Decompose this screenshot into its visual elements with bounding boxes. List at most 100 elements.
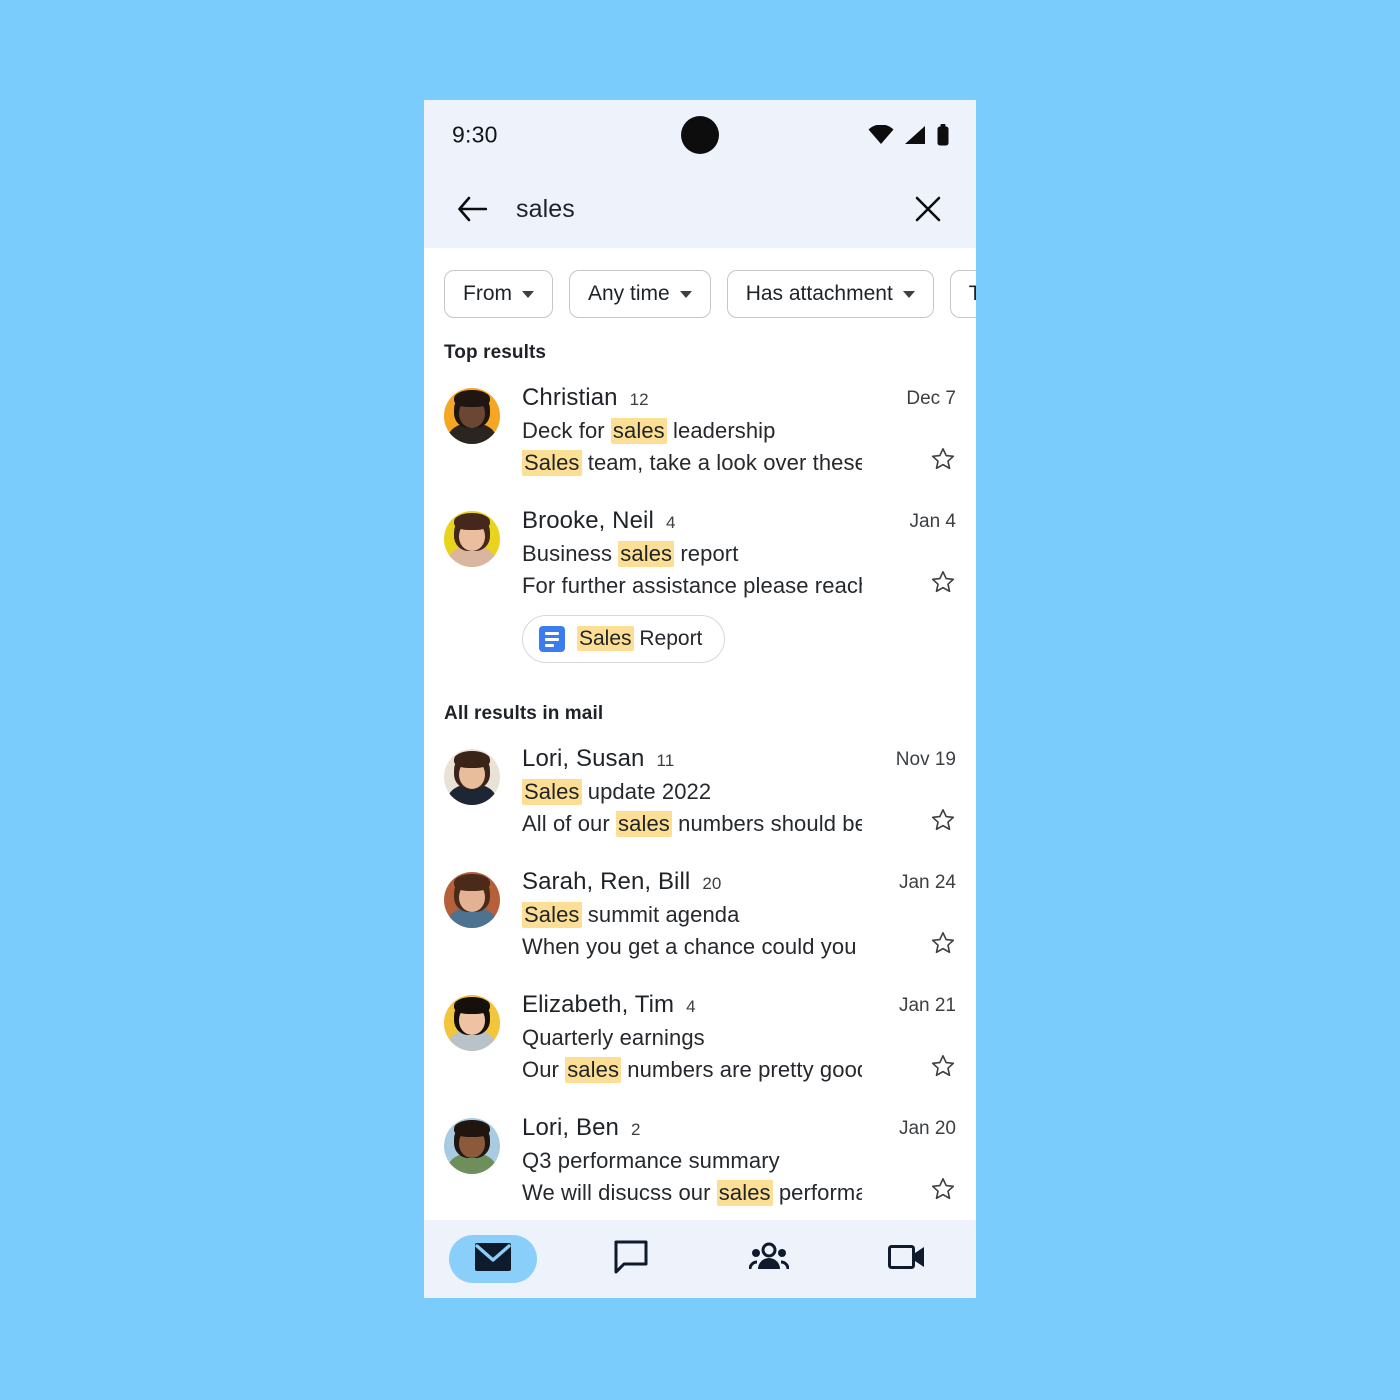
email-snippet: For further assistance please reach... (522, 573, 862, 598)
filter-chip-label: To (968, 282, 976, 305)
attachment-name: Sales Report (577, 626, 703, 651)
message-count: 4 (665, 513, 676, 532)
email-subject: Sales summit agenda (522, 902, 740, 928)
star-outline-icon (931, 448, 955, 470)
email-date: Dec 7 (906, 388, 956, 409)
all-results-list: Lori, Susan 11 Sales update 2022 All of our… (424, 729, 976, 1236)
search-term-highlight: Sales (522, 902, 582, 928)
star-button[interactable] (930, 930, 956, 961)
email-date: Jan 20 (898, 1118, 956, 1139)
search-bar[interactable]: sales (424, 170, 976, 248)
table-row[interactable]: Brooke, Neil 4 Business sales report For fu… (424, 491, 976, 677)
status-bar: 9:30 (424, 100, 976, 170)
chevron-down-icon (522, 290, 534, 298)
avatar (444, 511, 500, 567)
search-term-highlight: sales (616, 811, 672, 837)
star-button[interactable] (930, 1053, 956, 1084)
table-row[interactable]: Sarah, Ren, Bill 20 Sales summit agenda Whe… (424, 852, 976, 975)
sender-names: Brooke, Neil (522, 507, 654, 534)
nav-item-mail[interactable] (424, 1220, 562, 1298)
signal-icon (905, 126, 925, 144)
email-subject: Sales update 2022 (522, 779, 712, 805)
search-term-highlight: sales (618, 541, 675, 567)
star-button[interactable] (930, 569, 956, 600)
avatar (444, 749, 500, 805)
avatar (444, 388, 500, 444)
nav-item-chat-bubble[interactable] (562, 1220, 700, 1298)
close-icon (915, 196, 941, 222)
table-row[interactable]: Christian 12 Deck for sales leadership Sale… (424, 368, 976, 491)
nav-item-spaces-people[interactable] (700, 1220, 838, 1298)
filter-chip-has-attachment[interactable]: Has attachment (726, 270, 934, 318)
email-snippet: We will disucss our sales performanc... (522, 1180, 862, 1206)
nav-item-meet-video[interactable] (838, 1220, 976, 1298)
star-button[interactable] (930, 807, 956, 838)
table-row[interactable]: Elizabeth, Tim 4 Quarterly earnings Our sal… (424, 975, 976, 1098)
search-term-highlight: sales (716, 1180, 773, 1206)
filter-chip-row[interactable]: From Any time Has attachment To (424, 248, 976, 336)
star-outline-icon (931, 1178, 955, 1200)
section-header-top-results: Top results (444, 342, 547, 363)
search-input[interactable]: sales (516, 195, 906, 224)
star-outline-icon (931, 932, 955, 954)
email-date: Jan 21 (898, 995, 956, 1016)
phone-screen: 9:30 sales From Any time Has attachment … (424, 100, 976, 1298)
message-count: 4 (686, 997, 696, 1016)
email-subject: Business sales report (522, 541, 739, 567)
search-term-highlight: sales (565, 1057, 622, 1083)
search-term-highlight: sales (610, 418, 667, 444)
table-row[interactable]: Lori, Ben 2 Q3 performance summary We will … (424, 1098, 976, 1221)
filter-chip-any-time[interactable]: Any time (569, 270, 711, 318)
avatar (444, 1118, 500, 1174)
search-results-scroll[interactable]: From Any time Has attachment To Top results… (424, 248, 976, 1236)
email-date: Jan 24 (898, 872, 956, 893)
chat-bubble-icon (614, 1240, 648, 1279)
sender-names: Christian (522, 384, 618, 411)
sender-names: Lori, Ben (522, 1114, 619, 1141)
filter-chip-from[interactable]: From (444, 270, 553, 318)
battery-icon (937, 124, 949, 146)
table-row[interactable]: Lori, Susan 11 Sales update 2022 All of our… (424, 729, 976, 852)
spaces-people-icon (748, 1242, 790, 1277)
nav-pill (449, 1235, 537, 1283)
sender-names: Elizabeth, Tim (522, 991, 675, 1018)
status-icons (868, 124, 950, 146)
search-term-highlight: Sales (522, 450, 582, 476)
filter-chip-label: Any time (588, 282, 670, 305)
star-outline-icon (931, 571, 955, 593)
message-count: 11 (656, 751, 675, 770)
email-subject: Deck for sales leadership (522, 418, 776, 444)
back-button[interactable] (450, 187, 494, 231)
status-time: 9:30 (452, 121, 498, 148)
email-snippet: Our sales numbers are pretty good f... (522, 1057, 862, 1083)
top-results-list: Christian 12 Deck for sales leadership Sale… (424, 368, 976, 677)
email-snippet: All of our sales numbers should be u... (522, 811, 862, 837)
star-outline-icon (931, 1055, 955, 1077)
nav-pill (725, 1235, 813, 1283)
wifi-icon (868, 125, 894, 144)
sender-names: Lori, Susan (522, 745, 645, 772)
attachment-chip[interactable]: Sales Report (522, 615, 726, 663)
search-term-highlight: Sales (522, 779, 582, 805)
avatar (444, 995, 500, 1051)
clear-search-button[interactable] (906, 187, 950, 231)
sender-names: Sarah, Ren, Bill (522, 868, 691, 895)
chevron-down-icon (902, 290, 915, 298)
message-count: 2 (630, 1120, 641, 1139)
filter-chip-to[interactable]: To (949, 270, 976, 318)
chevron-down-icon (679, 290, 692, 298)
search-term-highlight: Sales (577, 626, 634, 651)
nav-pill (863, 1235, 951, 1283)
message-count: 20 (702, 874, 722, 893)
bottom-navigation[interactable] (424, 1220, 976, 1298)
star-button[interactable] (930, 446, 956, 477)
avatar (444, 872, 500, 928)
email-date: Nov 19 (895, 749, 956, 770)
camera-punch-hole (681, 116, 719, 154)
email-subject: Q3 performance summary (522, 1148, 780, 1173)
filter-chip-label: Has attachment (745, 282, 893, 305)
message-count: 12 (629, 390, 649, 409)
star-button[interactable] (930, 1176, 956, 1207)
meet-video-icon (888, 1243, 926, 1276)
filter-chip-label: From (463, 282, 512, 305)
